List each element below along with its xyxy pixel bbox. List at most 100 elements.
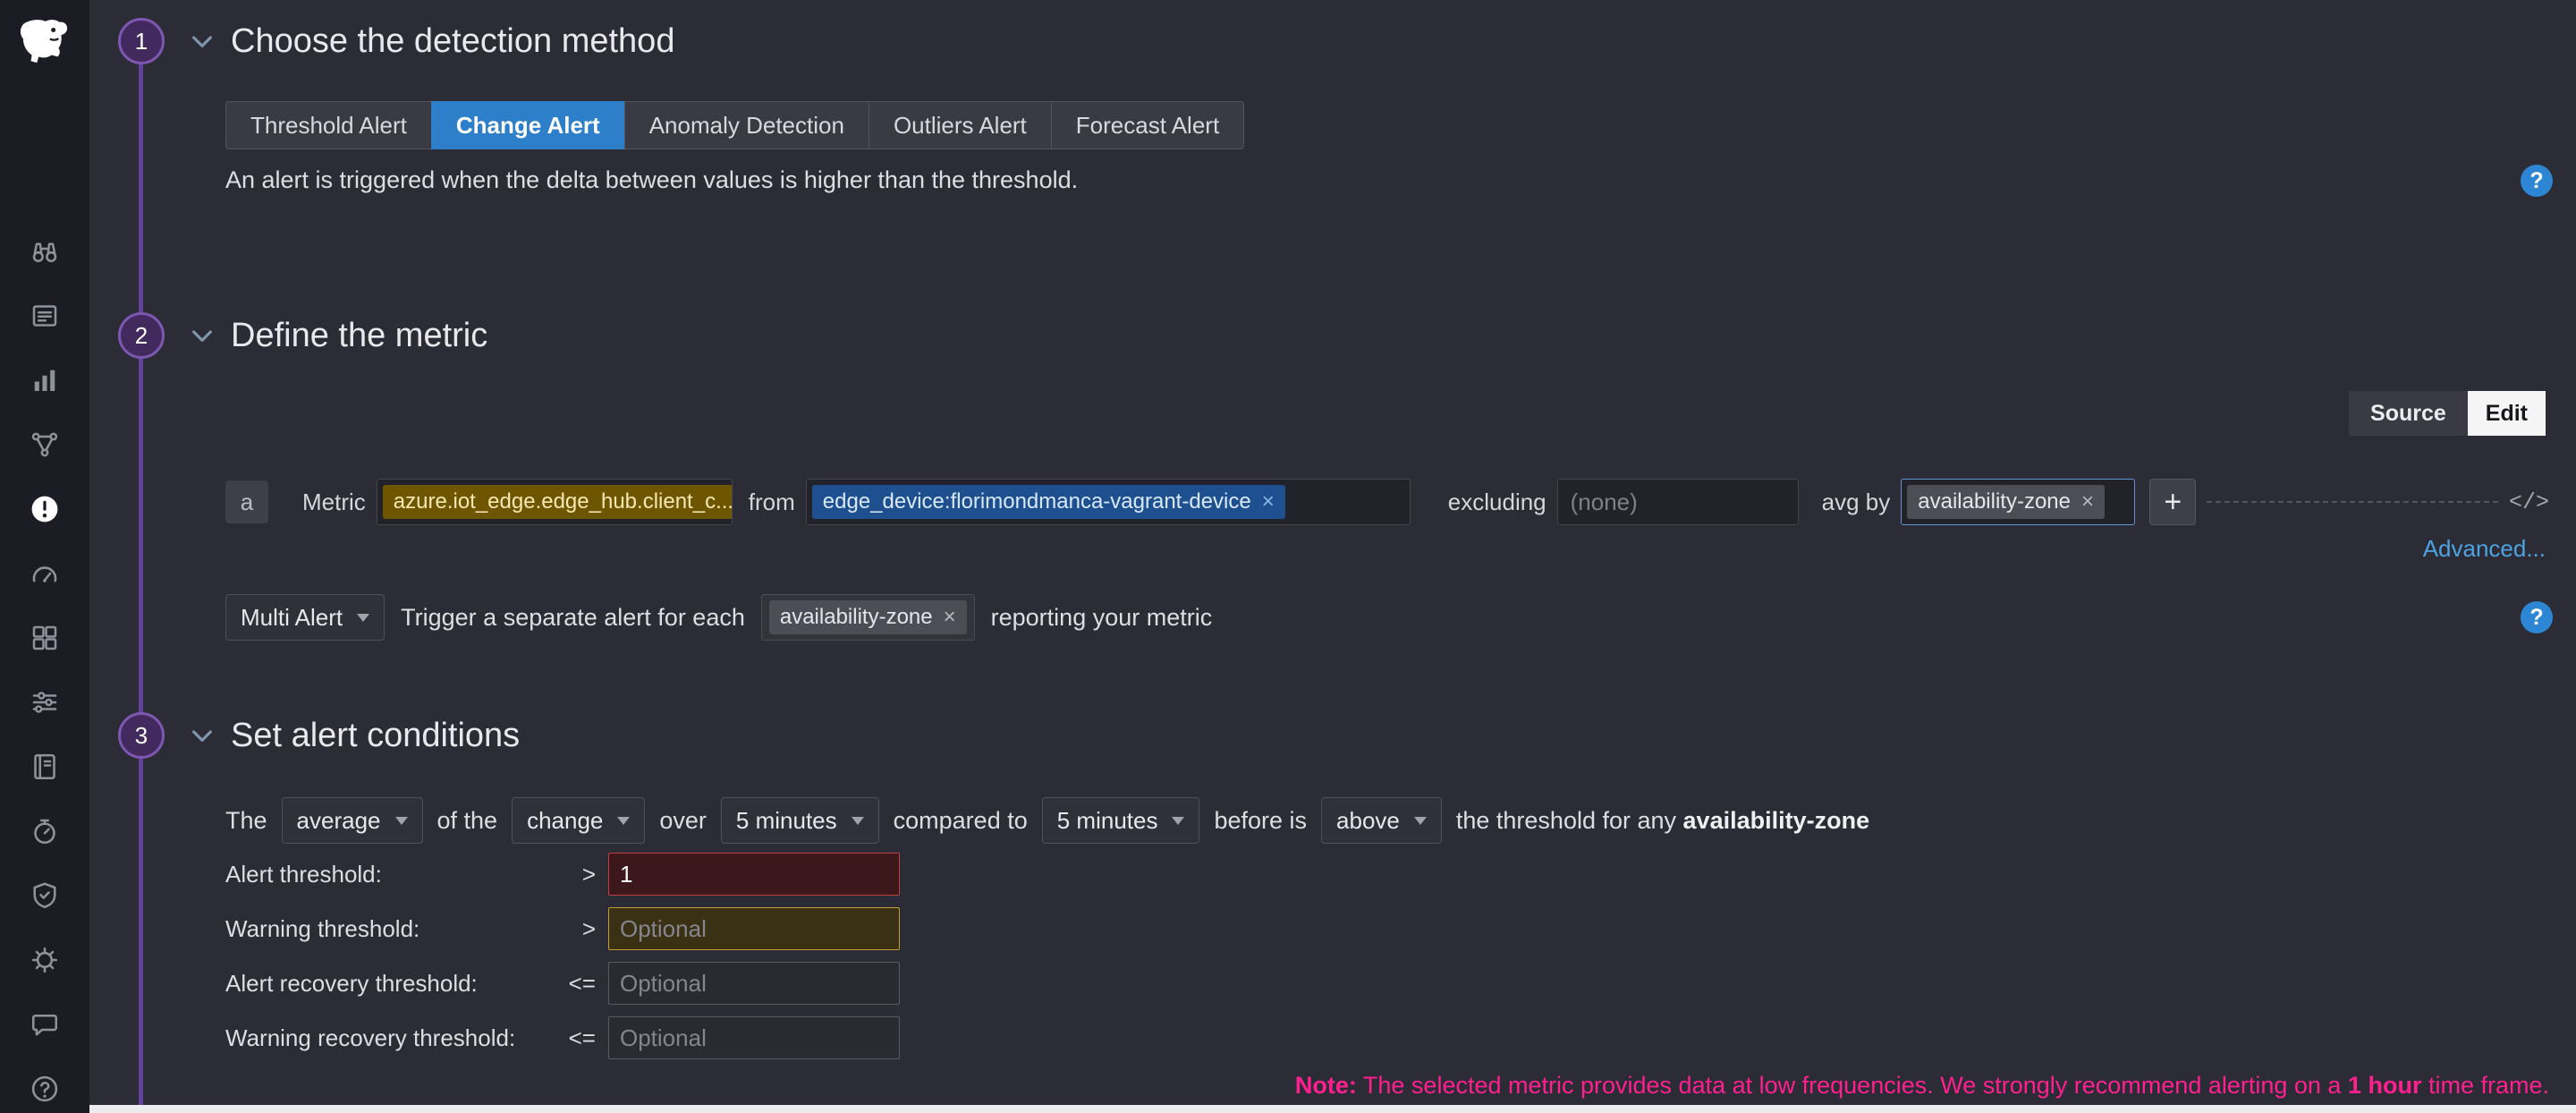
condition-before-is-label: before is (1214, 807, 1307, 835)
metric-name-chip[interactable]: azure.iot_edge.edge_hub.client_c... (383, 485, 733, 519)
alert-threshold-operator: > (555, 861, 596, 888)
avg-by-input[interactable]: availability-zone × (1901, 479, 2135, 525)
group-tag-label: availability-zone (780, 607, 933, 628)
from-scope-label: edge_device:florimondmanca-vagrant-devic… (823, 491, 1251, 513)
notebooks-icon[interactable] (28, 750, 62, 784)
metric-label: Metric (302, 489, 366, 516)
compare-window-dropdown[interactable]: 5 minutes (1042, 797, 1200, 844)
caret-down-icon (1414, 817, 1427, 825)
synthetics-gauge-icon[interactable] (28, 556, 62, 590)
infrastructure-icon[interactable] (28, 621, 62, 655)
alert-recovery-threshold-operator: <= (555, 970, 596, 998)
pipelines-icon[interactable] (28, 685, 62, 719)
step-3-header: 3 Set alert conditions (118, 712, 520, 759)
aggregation-dropdown[interactable]: average (282, 797, 423, 844)
alert-threshold-row: Alert threshold: > (225, 853, 900, 896)
datadog-monitor-editor: 1 Choose the detection method Threshold … (0, 0, 2576, 1113)
alert-type-dropdown[interactable]: Multi Alert (225, 594, 385, 641)
step-2-title: Define the metric (231, 317, 487, 355)
alert-conditions-sentence: The average of the change over 5 minutes… (225, 797, 1869, 844)
add-query-button[interactable]: + (2149, 479, 2196, 525)
avg-by-chip[interactable]: availability-zone × (1907, 485, 2105, 519)
metric-query-row: a Metric azure.iot_edge.edge_hub.client_… (225, 477, 2549, 527)
advanced-link[interactable]: Advanced... (2423, 535, 2546, 563)
remove-group-icon[interactable]: × (2081, 491, 2094, 513)
window-dropdown[interactable]: 5 minutes (721, 797, 879, 844)
from-input[interactable]: edge_device:florimondmanca-vagrant-devic… (806, 479, 1411, 525)
condition-tail: the threshold for any availability-zone (1456, 807, 1869, 835)
alert-threshold-label: Alert threshold: (225, 861, 555, 888)
query-letter-badge[interactable]: a (225, 480, 268, 523)
from-label: from (749, 489, 795, 516)
chevron-down-icon[interactable] (188, 27, 216, 55)
source-edit-toggle: Source Edit (2349, 391, 2546, 436)
warning-threshold-input[interactable] (608, 907, 900, 950)
security-shield-icon[interactable] (28, 879, 62, 913)
help-icon[interactable]: ? (2521, 165, 2553, 197)
chevron-down-icon[interactable] (188, 321, 216, 350)
function-dropdown[interactable]: change (512, 797, 645, 844)
apm-icon[interactable] (28, 428, 62, 462)
chat-icon[interactable] (28, 1007, 62, 1041)
threshold-inputs: Alert threshold: > Warning threshold: > … (225, 853, 900, 1071)
compare-window-value: 5 minutes (1057, 807, 1158, 835)
remove-tag-icon[interactable]: × (944, 607, 956, 628)
code-editor-toggle-icon[interactable]: </> (2509, 489, 2549, 515)
alert-threshold-input[interactable] (608, 853, 900, 896)
group-tag-chip[interactable]: availability-zone × (769, 600, 967, 634)
tab-threshold-alert[interactable]: Threshold Alert (225, 101, 431, 149)
note-text-1: The selected metric provides data at low… (1357, 1072, 2348, 1099)
tab-anomaly-detection[interactable]: Anomaly Detection (624, 101, 869, 149)
caret-down-icon (1172, 817, 1184, 825)
warning-recovery-threshold-row: Warning recovery threshold: <= (225, 1016, 900, 1059)
warning-recovery-threshold-label: Warning recovery threshold: (225, 1024, 555, 1052)
warning-threshold-label: Warning threshold: (225, 915, 555, 943)
source-tab[interactable]: Source (2349, 391, 2468, 436)
note-bold: 1 hour (2348, 1072, 2422, 1099)
monitors-icon[interactable] (28, 492, 62, 526)
excluding-input[interactable] (1563, 489, 1792, 516)
condition-tail-group: availability-zone (1683, 807, 1870, 834)
help-icon[interactable]: ? (2521, 601, 2553, 633)
excluding-label: excluding (1448, 489, 1546, 516)
group-by-tagbox[interactable]: availability-zone × (761, 594, 975, 641)
alert-type-value: Multi Alert (241, 604, 343, 632)
datadog-logo[interactable] (0, 5, 89, 79)
warning-recovery-threshold-input[interactable] (608, 1016, 900, 1059)
condition-of-the-label: of the (437, 807, 498, 835)
condition-the-label: The (225, 807, 267, 835)
operator-dropdown[interactable]: above (1321, 797, 1442, 844)
gear-icon[interactable] (28, 943, 62, 977)
watchdog-icon[interactable] (28, 234, 62, 268)
multi-alert-text-before: Trigger a separate alert for each (401, 604, 745, 632)
alert-recovery-threshold-label: Alert recovery threshold: (225, 970, 555, 998)
next-section-edge (89, 1105, 2576, 1113)
caret-down-icon (357, 614, 369, 622)
stopwatch-icon[interactable] (28, 814, 62, 848)
tab-change-alert[interactable]: Change Alert (431, 101, 624, 149)
condition-over-label: over (659, 807, 707, 835)
step-2-header: 2 Define the metric (118, 312, 487, 359)
note-text-2: time frame. (2421, 1072, 2549, 1099)
avg-by-label: avg by (1822, 489, 1891, 516)
from-scope-chip[interactable]: edge_device:florimondmanca-vagrant-devic… (812, 485, 1285, 519)
warning-threshold-row: Warning threshold: > (225, 907, 900, 950)
alert-recovery-threshold-row: Alert recovery threshold: <= (225, 962, 900, 1005)
detection-method-tabs: Threshold Alert Change Alert Anomaly Det… (225, 101, 1244, 149)
sidebar-nav (0, 234, 89, 1106)
tab-forecast-alert[interactable]: Forecast Alert (1051, 101, 1244, 149)
metric-input[interactable]: azure.iot_edge.edge_hub.client_c... (377, 479, 733, 525)
tab-outliers-alert[interactable]: Outliers Alert (869, 101, 1051, 149)
avg-by-chip-label: availability-zone (1918, 491, 2071, 513)
edit-tab[interactable]: Edit (2468, 391, 2546, 436)
query-connector-line (2207, 501, 2498, 503)
chevron-down-icon[interactable] (188, 721, 216, 750)
help-circle-icon[interactable] (28, 1072, 62, 1106)
metrics-icon[interactable] (28, 363, 62, 397)
remove-scope-icon[interactable]: × (1262, 491, 1275, 513)
caret-down-icon (395, 817, 408, 825)
step-1-title: Choose the detection method (231, 22, 674, 61)
alert-recovery-threshold-input[interactable] (608, 962, 900, 1005)
step-3-title: Set alert conditions (231, 717, 520, 755)
events-icon[interactable] (28, 299, 62, 333)
